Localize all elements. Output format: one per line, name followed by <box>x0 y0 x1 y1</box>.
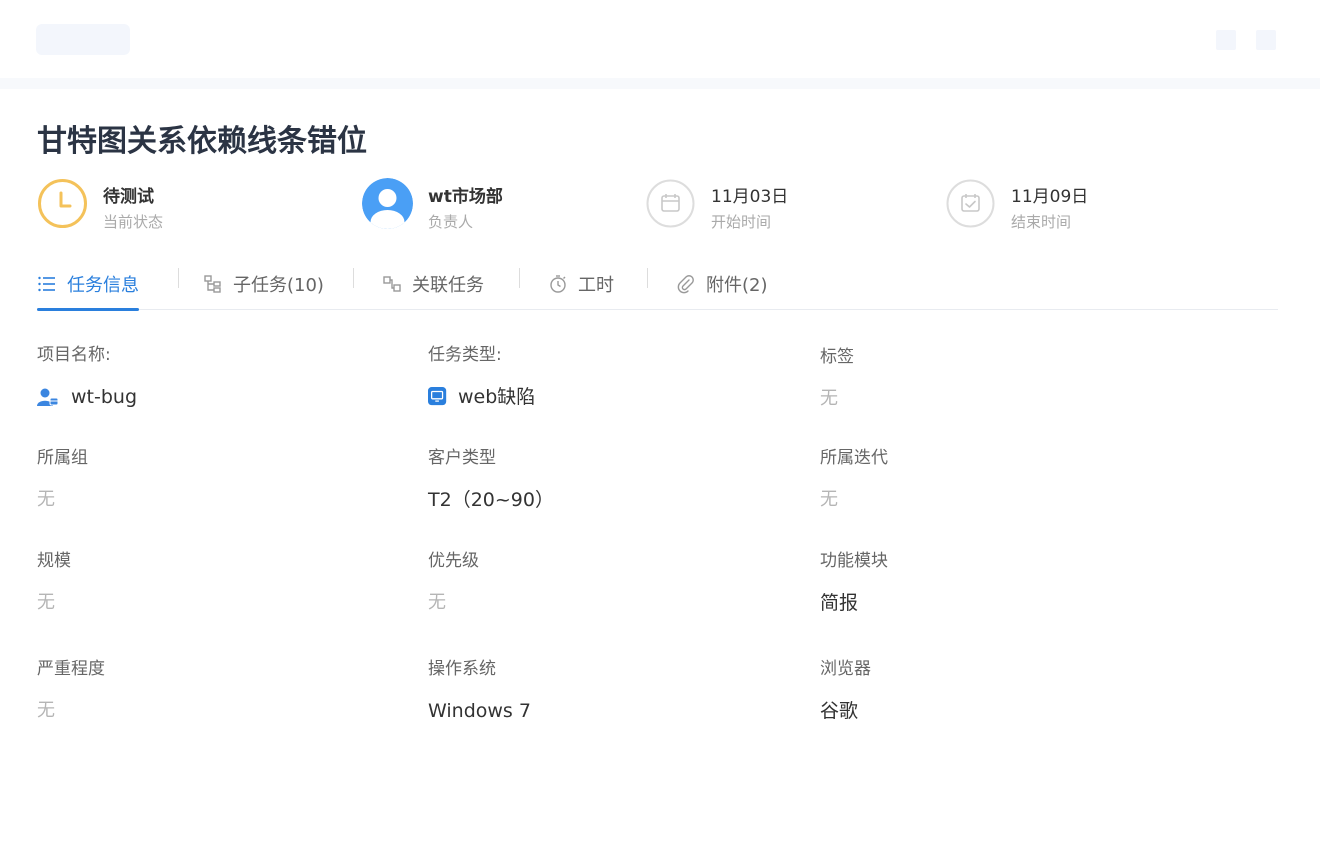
paperclip-icon <box>677 274 694 293</box>
task-tabs: 任务信息 子任务(10) 关联任务 工时 附件(2) <box>37 258 1278 311</box>
field-label: 所属组 <box>37 448 88 468</box>
task-title: 甘特图关系依赖线条错位 <box>37 124 367 159</box>
field-module: 功能模块 简报 <box>820 549 1180 617</box>
field-label: 优先级 <box>428 551 479 571</box>
stopwatch-icon <box>550 274 566 293</box>
field-iteration: 所属迭代 无 <box>820 446 1180 514</box>
field-priority: 优先级 无 <box>428 549 788 617</box>
end-date-value: 11月09日 <box>1011 187 1089 207</box>
end-date-label: 结束时间 <box>1011 213 1072 231</box>
field-value[interactable]: 无 <box>820 486 1180 514</box>
field-group: 所属组 无 <box>37 446 397 514</box>
field-value[interactable]: Windows 7 <box>428 697 788 725</box>
calendar-check-icon <box>946 179 995 228</box>
field-project: 项目名称: wt-bug <box>37 343 397 411</box>
meta-status[interactable]: 待测试 当前状态 <box>37 178 257 231</box>
tab-attachments[interactable]: 附件(2) <box>676 258 768 309</box>
tab-label: 任务信息 <box>67 274 139 296</box>
assignee-label: 负责人 <box>428 213 474 231</box>
field-task-type: 任务类型: web缺陷 <box>428 343 788 411</box>
field-label: 任务类型: <box>428 345 502 365</box>
tab-related-tasks[interactable]: 关联任务 <box>382 258 484 309</box>
header-divider <box>0 78 1320 89</box>
top-bar-placeholder <box>36 24 130 55</box>
tab-label: 附件(2) <box>706 274 768 296</box>
field-label: 项目名称: <box>37 345 111 365</box>
field-value[interactable]: 简报 <box>820 589 1180 617</box>
field-label: 所属迭代 <box>820 448 888 468</box>
field-browser: 浏览器 谷歌 <box>820 657 1180 725</box>
assignee-value: wt市场部 <box>428 187 503 207</box>
field-label: 浏览器 <box>820 659 871 679</box>
tab-subtasks[interactable]: 子任务(10) <box>203 258 324 309</box>
tab-label: 关联任务 <box>412 274 484 296</box>
field-value[interactable]: 无 <box>37 486 397 514</box>
field-value[interactable]: 谷歌 <box>820 697 1180 725</box>
tab-divider <box>647 268 648 288</box>
tab-divider <box>353 268 354 288</box>
field-value[interactable]: wt-bug <box>37 383 397 411</box>
subtask-icon <box>204 274 221 293</box>
link-task-icon <box>383 275 401 292</box>
field-label: 严重程度 <box>37 659 105 679</box>
list-icon <box>38 276 55 291</box>
clock-icon <box>38 179 87 228</box>
field-value[interactable]: 无 <box>37 589 397 617</box>
field-value[interactable]: 无 <box>37 697 397 725</box>
top-bar-close-placeholder[interactable] <box>1256 30 1276 50</box>
meta-assignee[interactable]: wt市场部 负责人 <box>362 178 592 231</box>
field-customer-type: 客户类型 T2（20~90） <box>428 446 788 514</box>
project-name: wt-bug <box>71 386 138 408</box>
field-label: 客户类型 <box>428 448 496 468</box>
task-type-value: web缺陷 <box>458 386 536 408</box>
field-value[interactable]: T2（20~90） <box>428 486 788 514</box>
field-value[interactable]: 无 <box>820 385 1180 413</box>
meta-start-date[interactable]: 11月03日 开始时间 <box>645 178 865 231</box>
status-label: 当前状态 <box>103 213 164 231</box>
field-severity: 严重程度 无 <box>37 657 397 725</box>
field-tags: 标签 无 <box>820 345 1180 413</box>
tab-label: 工时 <box>578 274 614 296</box>
tab-divider <box>178 268 179 288</box>
user-avatar-icon <box>362 178 413 229</box>
meta-end-date[interactable]: 11月09日 结束时间 <box>945 178 1165 231</box>
tab-label: 子任务(10) <box>233 274 324 296</box>
field-label: 标签 <box>820 347 854 367</box>
start-date-label: 开始时间 <box>711 213 772 231</box>
tab-divider <box>519 268 520 288</box>
field-value[interactable]: web缺陷 <box>428 383 788 411</box>
top-bar <box>0 0 1320 78</box>
field-os: 操作系统 Windows 7 <box>428 657 788 725</box>
field-label: 功能模块 <box>820 551 888 571</box>
start-date-value: 11月03日 <box>711 187 789 207</box>
status-value: 待测试 <box>103 187 154 207</box>
field-value[interactable]: 无 <box>428 589 788 617</box>
field-scale: 规模 无 <box>37 549 397 617</box>
top-bar-action-placeholder[interactable] <box>1216 30 1236 50</box>
tab-work-hours[interactable]: 工时 <box>548 258 614 309</box>
project-user-icon <box>37 388 59 406</box>
tab-task-info[interactable]: 任务信息 <box>37 258 139 311</box>
monitor-icon <box>428 387 447 406</box>
field-label: 规模 <box>37 551 71 571</box>
field-label: 操作系统 <box>428 659 496 679</box>
calendar-icon <box>646 179 695 228</box>
